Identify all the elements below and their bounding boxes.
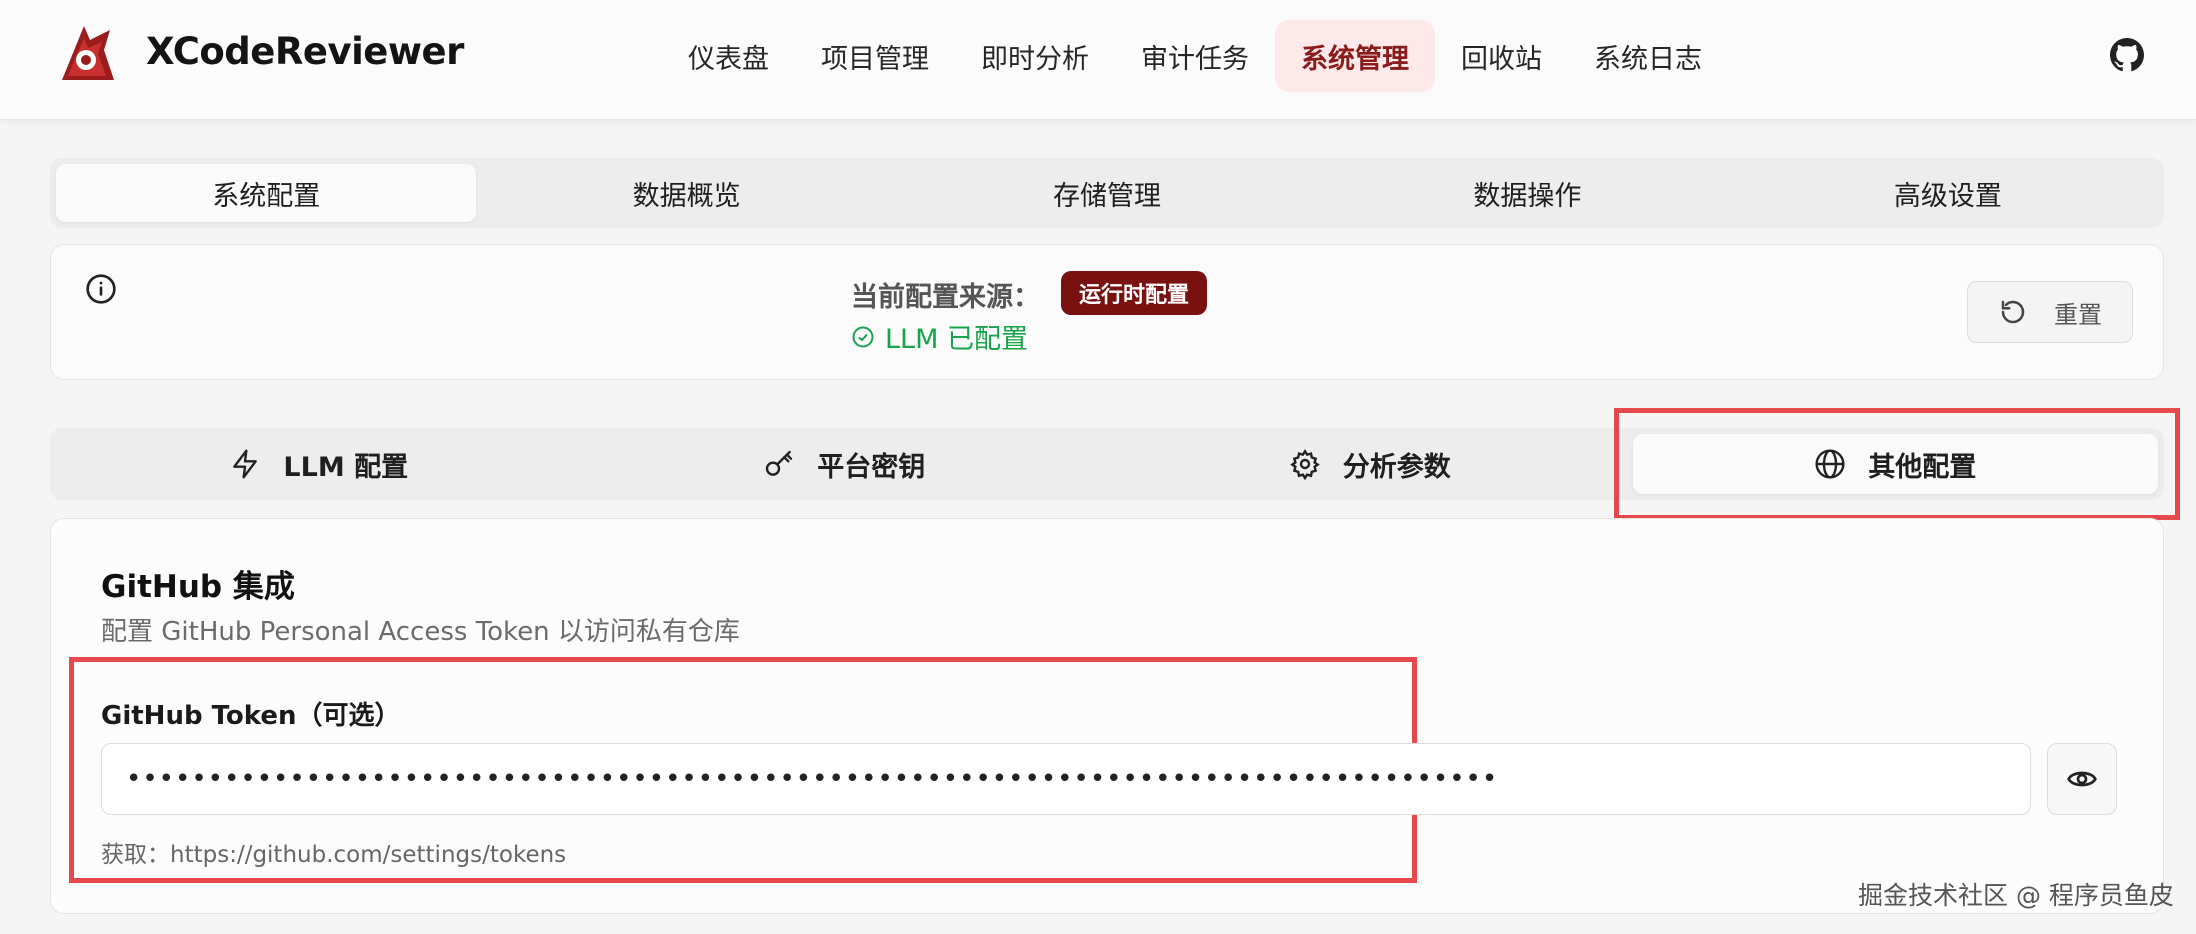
nav-item-dashboard[interactable]: 仪表盘: [662, 20, 795, 92]
reset-icon: [2001, 300, 2025, 324]
reset-label: 重置: [2054, 300, 2102, 329]
highlight-box-tab: [1614, 408, 2180, 520]
config-source-badge: 运行时配置: [1061, 271, 1208, 315]
reset-button[interactable]: 重置: [1967, 281, 2133, 343]
nav-item-audit-tasks[interactable]: 审计任务: [1115, 20, 1275, 92]
key-icon: [766, 450, 793, 476]
gear-icon: [1289, 449, 1320, 480]
toggle-visibility-button[interactable]: [2047, 743, 2117, 815]
tab-analysis-params-label: 分析参数: [1342, 451, 1451, 483]
config-source-card: 当前配置来源： 运行时配置 LLM 已配置 重置: [50, 244, 2164, 380]
tab-llm-config[interactable]: LLM 配置: [56, 434, 582, 494]
tab-advanced[interactable]: 高级设置: [1738, 164, 2158, 222]
nav-item-projects[interactable]: 项目管理: [795, 20, 955, 92]
main-nav: 仪表盘 项目管理 即时分析 审计任务 系统管理 回收站 系统日志: [662, 20, 1728, 92]
app-title[interactable]: XCodeReviewer: [146, 30, 464, 73]
tab-data-overview[interactable]: 数据概览: [476, 164, 896, 222]
tab-platform-keys[interactable]: 平台密钥: [582, 434, 1108, 494]
tab-data-operations[interactable]: 数据操作: [1317, 164, 1737, 222]
tab-llm-config-label: LLM 配置: [283, 451, 409, 483]
config-source-label: 当前配置来源：: [851, 282, 1040, 313]
github-token-label: GitHub Token（可选）: [101, 701, 401, 731]
nav-item-system-management[interactable]: 系统管理: [1275, 20, 1435, 92]
nav-item-system-logs[interactable]: 系统日志: [1568, 20, 1728, 92]
section-description: 配置 GitHub Personal Access Token 以访问私有仓库: [101, 617, 740, 647]
llm-status: LLM 已配置: [851, 317, 1028, 356]
watermark: 掘金技术社区 @ 程序员鱼皮: [1858, 881, 2174, 910]
eye-icon: [2067, 771, 2097, 787]
system-tabs: 系统配置 数据概览 存储管理 数据操作 高级设置: [50, 158, 2164, 228]
tab-storage[interactable]: 存储管理: [897, 164, 1317, 222]
section-title: GitHub 集成: [101, 569, 295, 605]
github-integration-card: GitHub 集成 配置 GitHub Personal Access Toke…: [50, 518, 2164, 914]
logo-icon[interactable]: [54, 20, 118, 88]
github-icon[interactable]: [2110, 38, 2144, 72]
check-circle-icon: [852, 326, 874, 347]
nav-item-recycle-bin[interactable]: 回收站: [1435, 20, 1568, 92]
zap-icon: [233, 449, 258, 479]
tab-platform-keys-label: 平台密钥: [817, 451, 926, 483]
tab-system-config[interactable]: 系统配置: [56, 164, 477, 222]
nav-item-instant-analysis[interactable]: 即时分析: [955, 20, 1115, 92]
github-token-input[interactable]: ••••••••••••••••••••••••••••••••••••••••…: [101, 743, 2031, 815]
token-help-text: 获取：https://github.com/settings/tokens: [101, 842, 567, 868]
top-navbar: XCodeReviewer 仪表盘 项目管理 即时分析 审计任务 系统管理 回收…: [0, 0, 2196, 120]
tab-analysis-params[interactable]: 分析参数: [1107, 434, 1633, 494]
info-icon: [86, 274, 116, 304]
llm-status-text: LLM 已配置: [885, 324, 1028, 355]
